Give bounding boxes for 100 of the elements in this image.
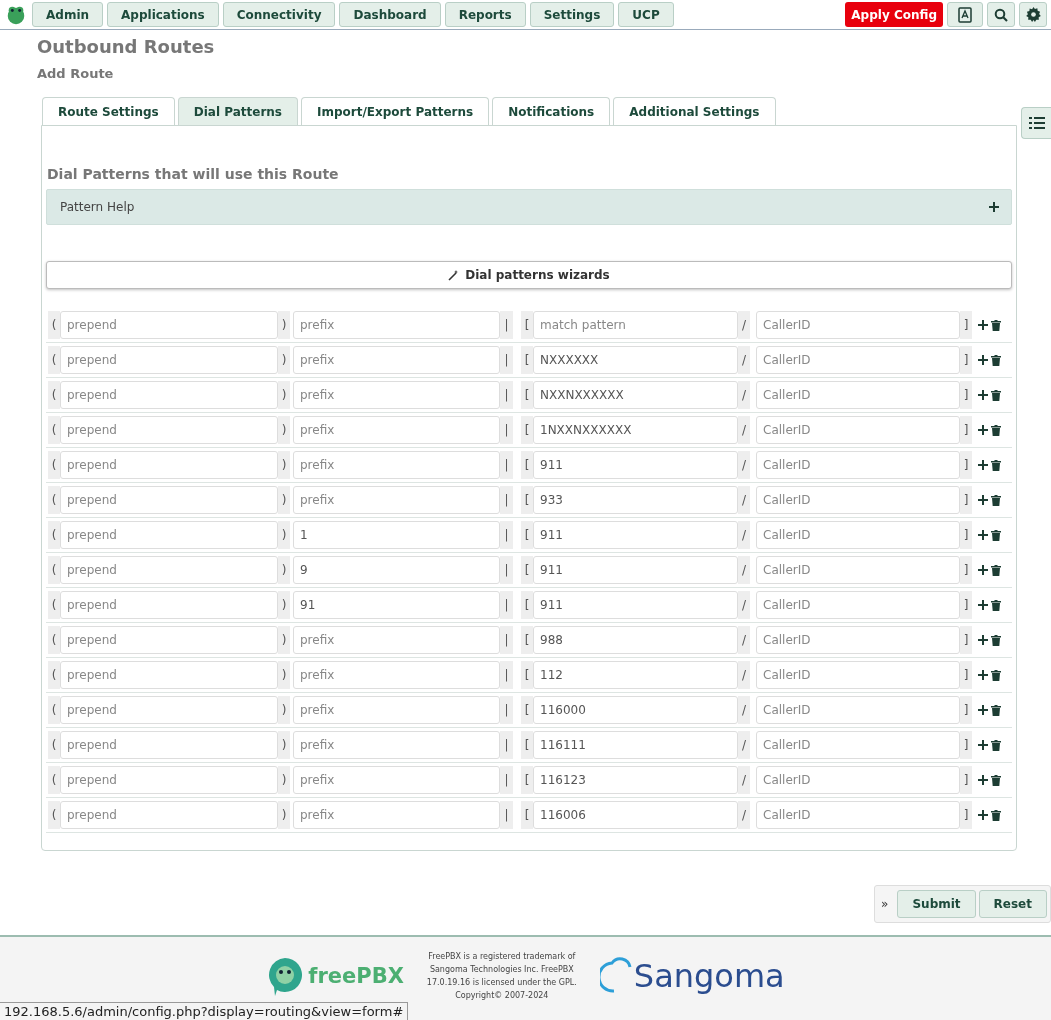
match-pattern-field[interactable]: NXXNXXXXXX <box>533 381 738 409</box>
nav-menu-button[interactable]: Admin <box>32 2 104 27</box>
delete-icon[interactable] <box>991 459 1001 471</box>
prepend-field[interactable]: prepend <box>60 451 278 479</box>
prepend-field[interactable]: prepend <box>60 486 278 514</box>
match-pattern-field[interactable]: NXXXXXX <box>533 346 738 374</box>
delete-icon[interactable] <box>991 599 1001 611</box>
tab[interactable]: Import/Export Patterns <box>301 97 490 125</box>
match-pattern-field[interactable]: 988 <box>533 626 738 654</box>
match-pattern-field[interactable]: 116006 <box>533 801 738 829</box>
prefix-field[interactable]: prefix <box>293 416 500 444</box>
match-pattern-field[interactable]: 1NXXNXXXXXX <box>533 416 738 444</box>
prefix-field[interactable]: prefix <box>293 486 500 514</box>
tab[interactable]: Notifications <box>492 97 611 125</box>
add-row-icon[interactable] <box>978 320 988 330</box>
nav-menu-button[interactable]: UCP <box>618 2 674 27</box>
match-pattern-field[interactable]: 116000 <box>533 696 738 724</box>
search-button[interactable] <box>987 2 1015 27</box>
apply-config-button[interactable]: Apply Config <box>845 2 943 27</box>
delete-icon[interactable] <box>991 739 1001 751</box>
prepend-field[interactable]: prepend <box>60 346 278 374</box>
pattern-help-panel[interactable]: Pattern Help <box>46 189 1012 225</box>
prefix-field[interactable]: 9 <box>293 556 500 584</box>
prepend-field[interactable]: prepend <box>60 521 278 549</box>
form-action-button[interactable]: Submit <box>897 890 976 918</box>
delete-icon[interactable] <box>991 634 1001 646</box>
callerid-field[interactable]: CallerID <box>756 521 960 549</box>
add-row-icon[interactable] <box>978 705 988 715</box>
prefix-field[interactable]: prefix <box>293 731 500 759</box>
callerid-field[interactable]: CallerID <box>756 661 960 689</box>
callerid-field[interactable]: CallerID <box>756 311 960 339</box>
prefix-field[interactable]: 91 <box>293 591 500 619</box>
match-pattern-field[interactable]: 911 <box>533 521 738 549</box>
add-row-icon[interactable] <box>978 810 988 820</box>
match-pattern-field[interactable]: match pattern <box>533 311 738 339</box>
prefix-field[interactable]: prefix <box>293 451 500 479</box>
prepend-field[interactable]: prepend <box>60 591 278 619</box>
callerid-field[interactable]: CallerID <box>756 801 960 829</box>
delete-icon[interactable] <box>991 494 1001 506</box>
delete-icon[interactable] <box>991 389 1001 401</box>
match-pattern-field[interactable]: 911 <box>533 451 738 479</box>
prefix-field[interactable]: prefix <box>293 696 500 724</box>
delete-icon[interactable] <box>991 704 1001 716</box>
add-row-icon[interactable] <box>978 565 988 575</box>
callerid-field[interactable]: CallerID <box>756 416 960 444</box>
prepend-field[interactable]: prepend <box>60 661 278 689</box>
callerid-field[interactable]: CallerID <box>756 696 960 724</box>
delete-icon[interactable] <box>991 319 1001 331</box>
tab[interactable]: Route Settings <box>42 97 175 125</box>
delete-icon[interactable] <box>991 669 1001 681</box>
delete-icon[interactable] <box>991 564 1001 576</box>
match-pattern-field[interactable]: 911 <box>533 591 738 619</box>
prepend-field[interactable]: prepend <box>60 801 278 829</box>
delete-icon[interactable] <box>991 809 1001 821</box>
prefix-field[interactable]: prefix <box>293 311 500 339</box>
prepend-field[interactable]: prepend <box>60 556 278 584</box>
add-row-icon[interactable] <box>978 635 988 645</box>
sidebar-toggle-button[interactable] <box>1021 107 1051 139</box>
callerid-field[interactable]: CallerID <box>756 591 960 619</box>
nav-menu-button[interactable]: Reports <box>444 2 526 27</box>
prefix-field[interactable]: prefix <box>293 381 500 409</box>
form-action-button[interactable]: Reset <box>978 890 1047 918</box>
tab[interactable]: Dial Patterns <box>177 97 298 125</box>
prefix-field[interactable]: prefix <box>293 766 500 794</box>
nav-menu-button[interactable]: Connectivity <box>222 2 336 27</box>
prepend-field[interactable]: prepend <box>60 731 278 759</box>
prepend-field[interactable]: prepend <box>60 381 278 409</box>
prefix-field[interactable]: prefix <box>293 661 500 689</box>
add-row-icon[interactable] <box>978 775 988 785</box>
tab[interactable]: Additional Settings <box>613 97 776 125</box>
prepend-field[interactable]: prepend <box>60 311 278 339</box>
match-pattern-field[interactable]: 112 <box>533 661 738 689</box>
prepend-field[interactable]: prepend <box>60 626 278 654</box>
callerid-field[interactable]: CallerID <box>756 346 960 374</box>
callerid-field[interactable]: CallerID <box>756 731 960 759</box>
language-button[interactable] <box>947 2 983 27</box>
settings-button[interactable] <box>1019 2 1047 27</box>
prefix-field[interactable]: prefix <box>293 346 500 374</box>
match-pattern-field[interactable]: 116123 <box>533 766 738 794</box>
match-pattern-field[interactable]: 933 <box>533 486 738 514</box>
add-row-icon[interactable] <box>978 355 988 365</box>
nav-menu-button[interactable]: Dashboard <box>339 2 441 27</box>
add-row-icon[interactable] <box>978 600 988 610</box>
match-pattern-field[interactable]: 911 <box>533 556 738 584</box>
toggle-arrows[interactable]: » <box>881 897 895 911</box>
prefix-field[interactable]: prefix <box>293 801 500 829</box>
add-row-icon[interactable] <box>978 670 988 680</box>
callerid-field[interactable]: CallerID <box>756 626 960 654</box>
delete-icon[interactable] <box>991 529 1001 541</box>
prepend-field[interactable]: prepend <box>60 766 278 794</box>
add-row-icon[interactable] <box>978 390 988 400</box>
add-row-icon[interactable] <box>978 530 988 540</box>
prepend-field[interactable]: prepend <box>60 416 278 444</box>
add-row-icon[interactable] <box>978 740 988 750</box>
delete-icon[interactable] <box>991 774 1001 786</box>
add-row-icon[interactable] <box>978 495 988 505</box>
match-pattern-field[interactable]: 116111 <box>533 731 738 759</box>
prefix-field[interactable]: prefix <box>293 626 500 654</box>
callerid-field[interactable]: CallerID <box>756 451 960 479</box>
callerid-field[interactable]: CallerID <box>756 381 960 409</box>
